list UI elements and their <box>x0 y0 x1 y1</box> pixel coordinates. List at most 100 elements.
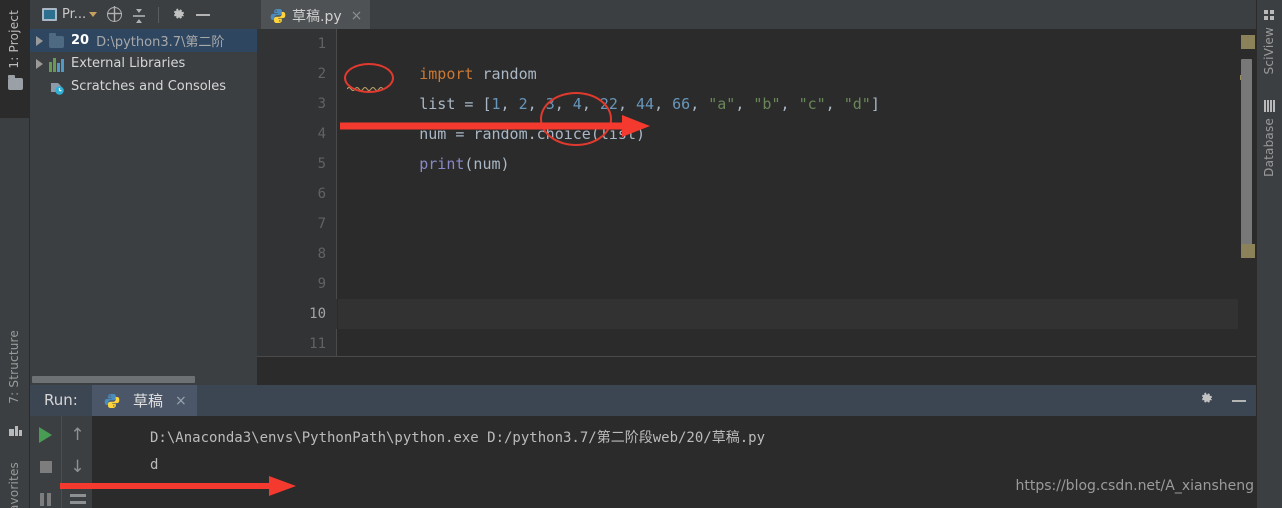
folder-icon[interactable] <box>8 75 23 90</box>
line-number: 11 <box>309 336 326 352</box>
structure-squares-icon[interactable] <box>9 424 22 437</box>
database-icon[interactable] <box>1264 100 1275 112</box>
stop-icon[interactable] <box>30 452 61 482</box>
run-tab-草稿[interactable]: 草稿 × <box>92 385 197 416</box>
line-number: 5 <box>317 156 326 172</box>
left-tool-rail: 1: Project 7: Structure avorites <box>0 0 30 508</box>
folder-icon <box>49 32 66 49</box>
close-icon[interactable]: × <box>175 393 187 409</box>
up-arrow-icon[interactable]: ↑ <box>62 420 93 450</box>
run-label: Run: <box>44 391 78 409</box>
line-number-current: 10 <box>309 306 326 322</box>
line-number: 9 <box>317 276 326 292</box>
tree-item-name: 20 <box>71 33 90 48</box>
tab-title: 草稿.py <box>292 8 342 25</box>
sciview-grid-icon[interactable] <box>1264 10 1275 21</box>
project-toolbar: Pr... <box>30 0 257 29</box>
token-builtin: print <box>419 155 465 173</box>
run-actions-column <box>30 416 61 508</box>
right-tool-rail: SciView Database <box>1256 0 1282 508</box>
tree-item-path: D:\python3.7\第二阶 <box>96 35 225 50</box>
scratches-icon <box>49 79 66 95</box>
locate-target-icon[interactable] <box>103 3 126 27</box>
line-number: 8 <box>317 246 326 262</box>
editor-tabbar: 草稿.py × <box>257 0 1256 29</box>
project-view-label: Pr... <box>62 7 87 22</box>
sidebar-item-database[interactable]: Database <box>1262 118 1276 177</box>
editor-bottom-strip <box>257 356 1256 385</box>
code-line-3: num = random.choice(list) <box>347 89 645 143</box>
code-text-area[interactable]: import random list = [1, 2, 3, 4, 22, 44… <box>338 29 1256 356</box>
run-icon[interactable] <box>30 420 61 450</box>
watermark-url: https://blog.csdn.net/A_xiansheng <box>1015 478 1255 494</box>
tree-item-name: External Libraries <box>71 56 186 71</box>
editor-gutter[interactable]: 1 2 3 4 5 6 7 8 9 10 11 <box>257 29 337 356</box>
python-file-icon <box>104 393 120 409</box>
toolbar-divider <box>158 6 160 23</box>
token-text: ] <box>870 95 880 113</box>
project-horizontal-scrollbar[interactable] <box>30 375 257 384</box>
console-line-command: D:\Anaconda3\envs\PythonPath\python.exe … <box>150 430 766 446</box>
token-string: "d" <box>843 95 871 113</box>
soft-wrap-icon[interactable] <box>62 484 93 508</box>
token-string: "b" <box>753 95 781 113</box>
libraries-icon <box>49 56 66 72</box>
line-number: 2 <box>317 66 326 82</box>
run-panel-toolbar: ↑ ↓ <box>30 416 92 508</box>
token-text: , <box>735 95 754 113</box>
code-line-1: import random <box>347 29 536 83</box>
line-number: 4 <box>317 126 326 142</box>
scrollbar-marker-top[interactable] <box>1241 35 1255 49</box>
sidebar-item-sciview[interactable]: SciView <box>1262 27 1276 74</box>
pycharm-window: 1: Project 7: Structure avorites SciView <box>0 0 1282 508</box>
minimize-icon[interactable] <box>1232 399 1246 402</box>
run-tab-title: 草稿 <box>133 392 164 410</box>
tree-item-external-libraries[interactable]: External Libraries <box>30 52 257 75</box>
line-number: 3 <box>317 96 326 112</box>
expand-twisty-icon[interactable] <box>36 35 43 46</box>
code-line-4: print(num) <box>347 119 509 173</box>
token-number: 66 <box>672 95 691 113</box>
minimize-icon[interactable] <box>192 3 214 27</box>
editor-vertical-scrollbar[interactable] <box>1238 29 1256 356</box>
collapse-all-icon[interactable] <box>128 3 150 27</box>
down-arrow-icon[interactable]: ↓ <box>62 452 93 482</box>
token-string: "c" <box>798 95 826 113</box>
scrollbar-thumb[interactable] <box>1241 59 1252 249</box>
run-console-output[interactable]: D:\Anaconda3\envs\PythonPath\python.exe … <box>92 416 1256 508</box>
gear-icon[interactable] <box>1199 391 1214 410</box>
pause-icon[interactable] <box>30 484 61 508</box>
project-view-icon <box>42 8 57 21</box>
close-icon[interactable]: × <box>351 9 363 23</box>
gear-icon[interactable] <box>167 3 190 27</box>
project-tree: 20 D:\python3.7\第二阶 External Libraries S… <box>30 29 257 369</box>
line-number: 7 <box>317 216 326 232</box>
sidebar-item-favorites[interactable]: avorites <box>7 462 21 508</box>
scrollbar-thumb[interactable] <box>32 376 195 383</box>
tree-item-scratches-and-consoles[interactable]: Scratches and Consoles <box>30 75 257 98</box>
scrollbar-marker-bottom[interactable] <box>1241 244 1255 258</box>
line-number: 6 <box>317 186 326 202</box>
sidebar-item-project[interactable]: 1: Project <box>7 10 21 69</box>
run-header-actions <box>1199 385 1246 416</box>
python-file-icon <box>270 8 286 24</box>
token-text: , <box>780 95 799 113</box>
tree-item-20[interactable]: 20 D:\python3.7\第二阶 <box>30 29 257 52</box>
tab-草稿-py[interactable]: 草稿.py × <box>261 0 371 29</box>
chevron-down-icon <box>89 12 98 17</box>
project-view-selector[interactable]: Pr... <box>38 3 101 27</box>
console-actions-column: ↑ ↓ <box>61 416 92 508</box>
run-panel-header: Run: 草稿 × <box>30 385 1256 416</box>
token-text: (num) <box>464 155 510 173</box>
code-line-2: list = [1, 2, 3, 4, 22, 44, 66, "a", "b"… <box>347 59 880 113</box>
sidebar-item-structure[interactable]: 7: Structure <box>7 330 21 404</box>
editor-area: 草稿.py × 1 2 3 4 5 6 7 8 9 10 11 import r… <box>257 0 1256 385</box>
warning-squiggle-icon <box>347 86 384 91</box>
tree-item-name: Scratches and Consoles <box>71 79 227 94</box>
console-line-output: d <box>150 457 159 473</box>
current-line-highlight <box>338 299 1256 329</box>
expand-twisty-icon[interactable] <box>36 58 43 69</box>
token-text: , <box>690 95 709 113</box>
token-text: , <box>654 95 673 113</box>
token-text: , <box>825 95 844 113</box>
